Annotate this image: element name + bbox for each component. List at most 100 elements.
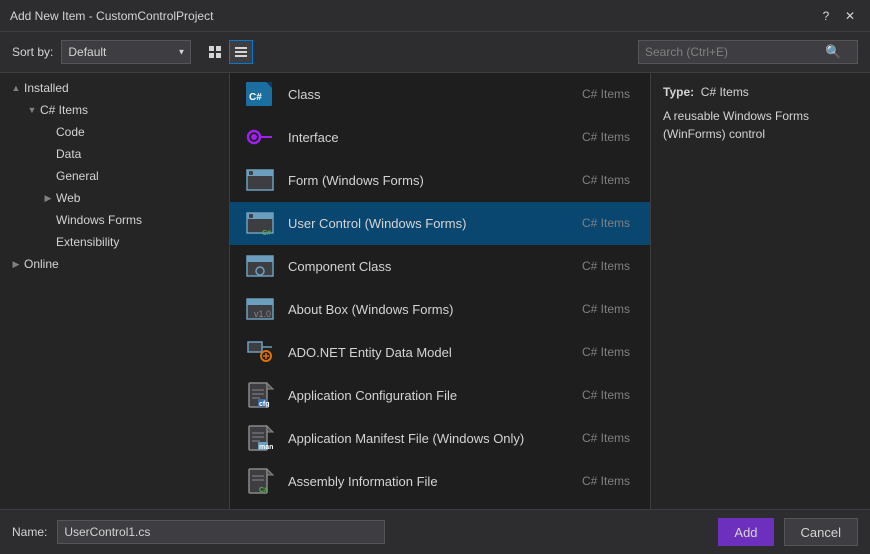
sidebar-item-label: C# Items <box>40 103 88 117</box>
sidebar-item-label: Data <box>56 147 81 161</box>
sidebar-item-general[interactable]: General <box>0 165 229 187</box>
item-icon-usercontrol: C# <box>242 207 278 239</box>
sidebar-item-data[interactable]: Data <box>0 143 229 165</box>
item-row[interactable]: ADO.NET Entity Data Model C# Items <box>230 331 650 374</box>
dialog-body: Sort by: Default <box>0 32 870 554</box>
item-row[interactable]: C# Assembly Information File C# Items <box>230 460 650 503</box>
search-icon: 🔍 <box>825 44 841 60</box>
title-bar: Add New Item - CustomControlProject ? ✕ <box>0 0 870 32</box>
svg-text:v1.0: v1.0 <box>254 309 271 319</box>
grid-view-button[interactable] <box>203 40 227 64</box>
item-tag: C# Items <box>582 173 630 187</box>
list-view-button[interactable] <box>229 40 253 64</box>
sidebar-item-web[interactable]: ▶ Web <box>0 187 229 209</box>
item-row[interactable]: Form (Windows Forms) C# Items <box>230 159 650 202</box>
name-input[interactable] <box>57 520 385 544</box>
item-row[interactable]: Interface C# Items <box>230 116 650 159</box>
expand-icon <box>40 212 56 228</box>
item-tag: C# Items <box>582 431 630 445</box>
sidebar: ▲ Installed ▼ C# Items Code Data General… <box>0 73 230 509</box>
item-row[interactable]: v1.0 About Box (Windows Forms) C# Items <box>230 288 650 331</box>
search-input[interactable] <box>645 45 825 59</box>
expand-icon <box>40 124 56 140</box>
expand-icon <box>40 234 56 250</box>
type-name: C# Items <box>701 85 749 99</box>
item-name: Application Manifest File (Windows Only) <box>288 431 582 446</box>
expand-icon: ▼ <box>24 102 40 118</box>
item-tag: C# Items <box>582 87 630 101</box>
sidebar-item-label: Code <box>56 125 85 139</box>
item-icon-interface <box>242 121 278 153</box>
item-name: Application Configuration File <box>288 388 582 403</box>
bottom-bar: Name: Add Cancel <box>0 509 870 554</box>
item-tag: C# Items <box>582 388 630 402</box>
right-panel: Type: C# Items A reusable Windows Forms … <box>650 73 870 509</box>
toolbar: Sort by: Default <box>0 32 870 73</box>
item-name: ADO.NET Entity Data Model <box>288 345 582 360</box>
item-row[interactable]: cfg Application Configuration File C# It… <box>230 374 650 417</box>
item-icon-class: C# <box>242 78 278 110</box>
sidebar-item-extensibility[interactable]: Extensibility <box>0 231 229 253</box>
sidebar-item-label: Extensibility <box>56 235 119 249</box>
item-tag: C# Items <box>582 302 630 316</box>
item-name: User Control (Windows Forms) <box>288 216 582 231</box>
item-icon-manifest: man <box>242 422 278 454</box>
dialog-title: Add New Item - CustomControlProject <box>10 9 213 23</box>
svg-text:cfg: cfg <box>259 401 270 408</box>
type-description: A reusable Windows Forms (WinForms) cont… <box>663 107 858 143</box>
sidebar-item-label: Windows Forms <box>56 213 142 227</box>
search-box: 🔍 <box>638 40 858 64</box>
sort-select[interactable]: Default <box>61 40 191 64</box>
add-button[interactable]: Add <box>718 518 773 546</box>
help-button[interactable]: ? <box>816 6 836 26</box>
item-tag: C# Items <box>582 130 630 144</box>
sidebar-item-online[interactable]: ▶ Online <box>0 253 229 275</box>
type-label: Type: C# Items <box>663 85 858 99</box>
item-row[interactable]: C# Class C# Items <box>230 73 650 116</box>
item-icon-config: cfg <box>242 379 278 411</box>
expand-icon <box>40 146 56 162</box>
item-tag: C# Items <box>582 259 630 273</box>
item-name: Interface <box>288 130 582 145</box>
svg-text:C#: C# <box>249 92 262 103</box>
item-tag: C# Items <box>582 216 630 230</box>
sort-select-wrapper: Default <box>61 40 191 64</box>
expand-icon <box>40 168 56 184</box>
item-icon-assembly: C# <box>242 465 278 497</box>
item-row-selected[interactable]: C# User Control (Windows Forms) C# Items <box>230 202 650 245</box>
sort-label: Sort by: <box>12 45 53 59</box>
expand-icon: ▶ <box>40 190 56 206</box>
item-name: Assembly Information File <box>288 474 582 489</box>
sidebar-item-installed[interactable]: ▲ Installed <box>0 77 229 99</box>
sidebar-item-code[interactable]: Code <box>0 121 229 143</box>
item-tag: C# Items <box>582 474 630 488</box>
item-name: Component Class <box>288 259 582 274</box>
item-name: Class <box>288 87 582 102</box>
title-controls: ? ✕ <box>816 6 860 26</box>
content-area: ▲ Installed ▼ C# Items Code Data General… <box>0 73 870 509</box>
view-icons <box>203 40 253 64</box>
sidebar-item-label: Online <box>24 257 59 271</box>
item-icon-form <box>242 164 278 196</box>
sidebar-item-label: General <box>56 169 99 183</box>
sidebar-item-label: Web <box>56 191 80 205</box>
item-icon-aboutbox: v1.0 <box>242 293 278 325</box>
item-row[interactable]: man Application Manifest File (Windows O… <box>230 417 650 460</box>
svg-text:C#: C# <box>259 487 268 494</box>
sidebar-item-windows-forms[interactable]: Windows Forms <box>0 209 229 231</box>
close-button[interactable]: ✕ <box>840 6 860 26</box>
item-icon-adonet <box>242 336 278 368</box>
expand-icon: ▶ <box>8 256 24 272</box>
expand-icon: ▲ <box>8 80 24 96</box>
item-row[interactable]: Component Class C# Items <box>230 245 650 288</box>
sidebar-item-csharp[interactable]: ▼ C# Items <box>0 99 229 121</box>
cancel-button[interactable]: Cancel <box>784 518 858 546</box>
item-name: About Box (Windows Forms) <box>288 302 582 317</box>
item-name: Form (Windows Forms) <box>288 173 582 188</box>
list-icon <box>234 45 248 59</box>
type-prefix: Type: <box>663 85 694 99</box>
svg-text:C#: C# <box>262 230 271 237</box>
grid-icon <box>208 45 222 59</box>
sidebar-item-label: Installed <box>24 81 69 95</box>
svg-text:man: man <box>259 444 273 451</box>
